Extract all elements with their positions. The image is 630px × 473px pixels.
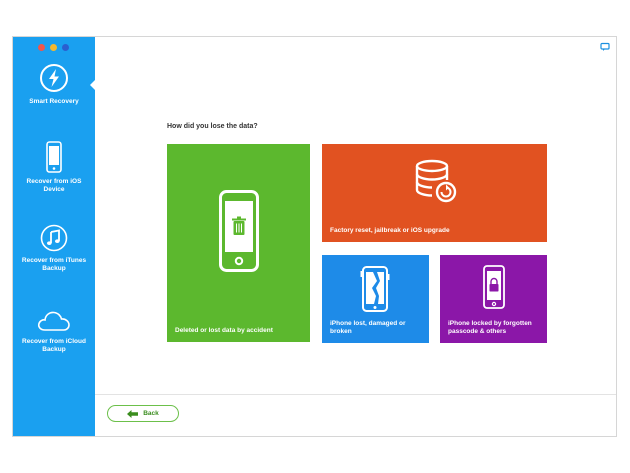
app-window: Smart Recovery Recover from iOS Device R… xyxy=(12,36,617,437)
back-button[interactable]: Back xyxy=(107,405,179,422)
iphone-icon xyxy=(46,141,62,173)
sidebar-item-label: Recover from iCloud Backup xyxy=(22,338,86,353)
option-deleted-by-accident[interactable]: Deleted or lost data by accident xyxy=(167,144,310,342)
minimize-window-button[interactable] xyxy=(50,44,57,51)
lightning-icon xyxy=(40,64,68,92)
window-controls xyxy=(38,44,69,51)
close-window-button[interactable] xyxy=(38,44,45,51)
sidebar-item-label: Recover from iOS Device xyxy=(26,178,82,193)
option-factory-reset[interactable]: Factory reset, jailbreak or iOS upgrade xyxy=(322,144,547,242)
option-label: iPhone locked by forgotten passcode & ot… xyxy=(448,320,532,335)
sidebar-item-itunes-backup[interactable]: Recover from iTunes Backup xyxy=(13,224,95,273)
sidebar-item-ios-device[interactable]: Recover from iOS Device xyxy=(13,141,95,194)
option-iphone-damaged[interactable]: iPhone lost, damaged or broken xyxy=(322,255,429,343)
sidebar-item-label: Smart Recovery xyxy=(29,98,79,105)
option-iphone-locked[interactable]: iPhone locked by forgotten passcode & ot… xyxy=(440,255,547,343)
sidebar-item-label: Recover from iTunes Backup xyxy=(21,257,87,272)
chat-help-icon[interactable] xyxy=(600,42,610,52)
option-label: Factory reset, jailbreak or iOS upgrade xyxy=(330,227,450,234)
sidebar-item-icloud-backup[interactable]: Recover from iCloud Backup xyxy=(13,309,95,354)
cloud-icon xyxy=(37,311,70,331)
phone-trash-icon xyxy=(219,190,259,272)
zoom-window-button[interactable] xyxy=(62,44,69,51)
footer-divider xyxy=(95,394,616,395)
option-label: iPhone lost, damaged or broken xyxy=(330,320,406,335)
locked-phone-icon xyxy=(483,265,505,309)
broken-phone-icon xyxy=(360,266,390,312)
music-note-icon xyxy=(40,224,68,252)
option-label: Deleted or lost data by accident xyxy=(175,327,273,334)
question-heading: How did you lose the data? xyxy=(167,123,258,130)
sidebar: Smart Recovery Recover from iOS Device R… xyxy=(13,37,96,436)
database-restore-icon xyxy=(415,159,457,203)
back-label: Back xyxy=(143,410,159,417)
back-arrow-icon xyxy=(127,409,139,418)
sidebar-item-smart-recovery[interactable]: Smart Recovery xyxy=(13,63,96,106)
